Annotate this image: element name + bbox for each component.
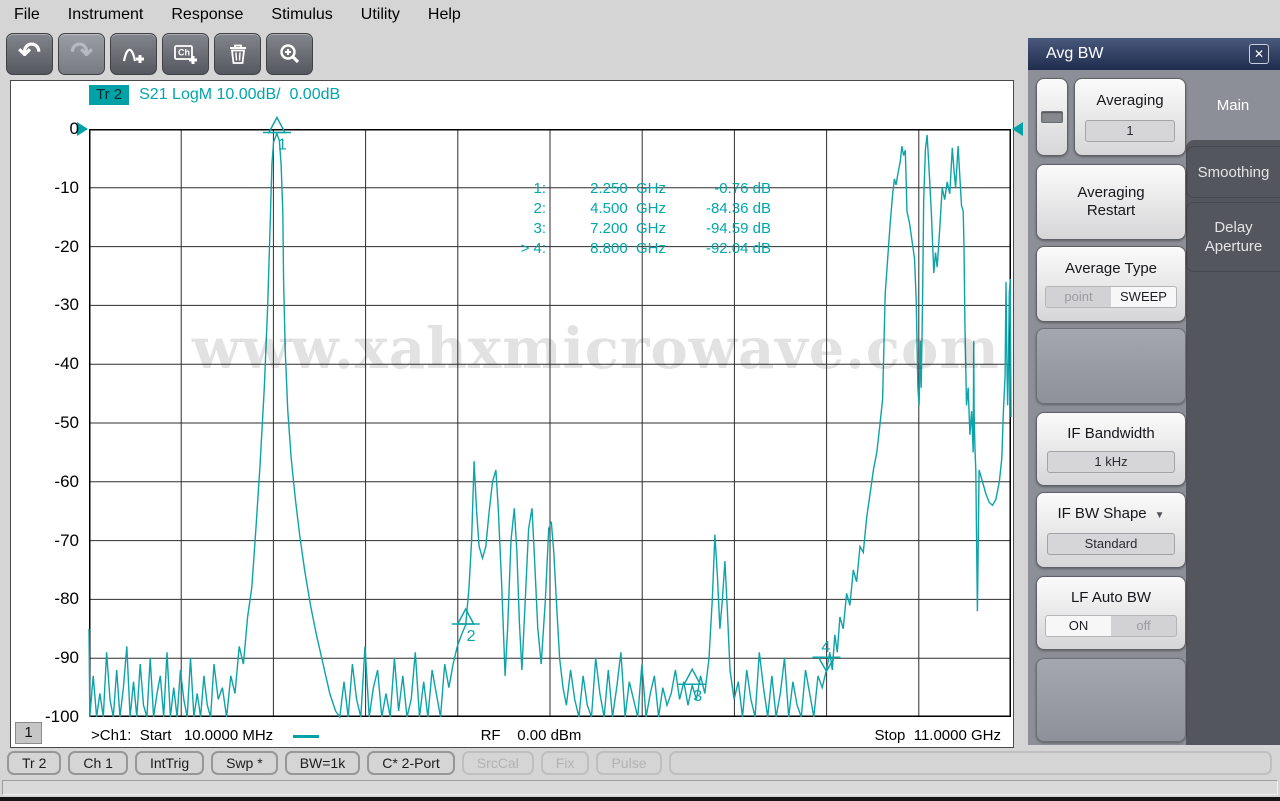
- marker-readout-row: > 4: 8.800 GHz -92.04 dB: [520, 240, 771, 257]
- status-bar: Tr 2 Ch 1 IntTrig Swp * BW=1k C* 2-Port SrcCal…: [0, 750, 1280, 776]
- if-bandwidth-button[interactable]: IF Bandwidth 1 kHz: [1036, 412, 1186, 486]
- window-bottom-edge: [0, 797, 1280, 801]
- y-tick-label: -70: [54, 530, 79, 550]
- average-type-point-option[interactable]: point: [1046, 287, 1111, 307]
- statusbar-button-bw-1k[interactable]: BW=1k: [284, 751, 361, 775]
- average-type-label: Average Type: [1064, 259, 1157, 277]
- zoom-icon: [279, 44, 299, 64]
- y-tick-label: -20: [54, 236, 79, 256]
- trace-color-dash: [293, 735, 319, 738]
- if-bw-shape-button[interactable]: IF BW Shape ▼ Standard: [1036, 492, 1186, 568]
- trace-badge[interactable]: Tr 2: [89, 84, 130, 105]
- average-type-button[interactable]: Average Type point SWEEP: [1036, 246, 1186, 322]
- svg-text:2: 2: [467, 628, 476, 645]
- trace-title: S21 LogM 10.00dB/ 0.00dB: [139, 85, 341, 103]
- svg-text:3: 3: [693, 688, 702, 705]
- redo-icon: ↷: [70, 36, 93, 67]
- if-bandwidth-value[interactable]: 1 kHz: [1047, 451, 1175, 473]
- menu-item-instrument[interactable]: Instrument: [54, 0, 158, 30]
- statusbar-button-c-2-port[interactable]: C* 2-Port: [367, 751, 455, 775]
- svg-text:Ch: Ch: [178, 48, 190, 58]
- y-tick-label: -50: [54, 413, 79, 432]
- add-channel-icon: Ch: [174, 45, 197, 64]
- y-tick-label: -60: [54, 471, 79, 491]
- svg-text:1: 1: [278, 136, 287, 153]
- chart-container: Tr 2 S21 LogM 10.00dB/ 0.00dB 0 -10 -20 -30…: [10, 80, 1023, 749]
- averaging-button[interactable]: Averaging 1: [1074, 78, 1186, 156]
- averaging-restart-label: Averaging Restart: [1077, 184, 1145, 219]
- marker-readout-row: 2: 4.500 GHz -84.36 dB: [533, 200, 771, 217]
- reference-level-arrow-right[interactable]: [1012, 122, 1023, 136]
- y-tick-label: -90: [54, 648, 79, 668]
- add-trace-button[interactable]: [110, 33, 157, 75]
- if-bandwidth-label: IF Bandwidth: [1067, 425, 1155, 442]
- tab-main[interactable]: Main: [1186, 70, 1280, 140]
- blank-softkey-1: [1036, 328, 1186, 404]
- average-type-switch[interactable]: point SWEEP: [1045, 286, 1177, 309]
- average-type-sweep-option[interactable]: SWEEP: [1111, 287, 1176, 308]
- menu-bar: File Instrument Response Stimulus Utility Hel…: [0, 0, 1280, 30]
- avg-bw-panel: Avg BW ✕ Main Smoothing Delay Aperture A…: [1028, 38, 1280, 745]
- trash-icon: [229, 44, 246, 64]
- statusbar-button-ch-1[interactable]: Ch 1: [68, 751, 128, 775]
- tab-smoothing[interactable]: Smoothing: [1186, 146, 1280, 198]
- averaging-led-icon: [1041, 111, 1063, 123]
- stop-frequency-label: Stop 11.0000 GHz: [874, 727, 1001, 744]
- marker-readout-row: 1: 2.250 GHz -0.76 dB: [533, 180, 771, 197]
- averaging-label: Averaging: [1096, 92, 1164, 110]
- undo-icon: ↶: [18, 36, 41, 67]
- rf-power-label: RF 0.00 dBm: [480, 727, 582, 744]
- y-tick-label: -80: [54, 589, 79, 609]
- status-substrip: [2, 780, 1278, 795]
- averaging-value[interactable]: 1: [1085, 119, 1175, 142]
- statusbar-empty-segment: [668, 751, 1272, 775]
- statusbar-button-srccal: SrcCal: [461, 751, 534, 775]
- y-tick-label: -40: [54, 354, 79, 374]
- start-frequency-label: >Ch1: Start 10.0000 MHz: [91, 727, 274, 744]
- marker-readout-row: 3: 7.200 GHz -94.59 dB: [533, 220, 771, 237]
- lf-auto-bw-on-option[interactable]: ON: [1046, 616, 1111, 636]
- y-tick-label: -10: [54, 177, 79, 197]
- delete-button[interactable]: [214, 33, 261, 75]
- lf-auto-bw-button[interactable]: LF Auto BW ON off: [1036, 576, 1186, 650]
- if-bw-shape-label: IF BW Shape ▼: [1057, 505, 1165, 522]
- lf-auto-bw-switch[interactable]: ON off: [1045, 615, 1177, 637]
- statusbar-button-inttrig[interactable]: IntTrig: [134, 751, 205, 775]
- menu-item-utility[interactable]: Utility: [347, 0, 414, 30]
- y-tick-label: -30: [54, 295, 79, 315]
- marker-2[interactable]: 2: [451, 607, 480, 645]
- stimulus-annotation-row: >Ch1: Start 10.0000 MHz RF 0.00 dBm Stop…: [11, 725, 1015, 749]
- vna-application-window: File Instrument Response Stimulus Utility Hel…: [0, 0, 1280, 801]
- menu-item-stimulus[interactable]: Stimulus: [257, 0, 346, 30]
- menu-item-help[interactable]: Help: [414, 0, 475, 30]
- averaging-restart-button[interactable]: Averaging Restart: [1036, 164, 1186, 240]
- svg-text:4: 4: [821, 639, 830, 656]
- lf-auto-bw-label: LF Auto BW: [1070, 589, 1152, 606]
- statusbar-button-swp-[interactable]: Swp *: [211, 751, 278, 775]
- panel-tab-strip: Main Smoothing Delay Aperture: [1186, 70, 1280, 745]
- panel-title[interactable]: Avg BW: [1028, 38, 1280, 70]
- undo-button[interactable]: ↶: [6, 33, 53, 75]
- add-channel-button[interactable]: Ch: [162, 33, 209, 75]
- averaging-toggle-button[interactable]: [1036, 78, 1068, 156]
- trace-header: Tr 2 S21 LogM 10.00dB/ 0.00dB: [89, 84, 340, 105]
- chevron-down-icon[interactable]: ▼: [1155, 510, 1165, 521]
- menu-item-file[interactable]: File: [0, 0, 54, 30]
- blank-softkey-2: [1036, 658, 1186, 742]
- marker-readout-table: 1: 2.250 GHz -0.76 dB 2: 4.500 GHz -84.36 dB 3…: [461, 179, 771, 259]
- tab-delay-aperture[interactable]: Delay Aperture: [1186, 202, 1280, 272]
- zoom-button[interactable]: [266, 33, 313, 75]
- menu-item-response[interactable]: Response: [157, 0, 257, 30]
- add-trace-icon: [122, 48, 144, 63]
- y-tick-label: 0: [69, 119, 79, 138]
- statusbar-button-pulse: Pulse: [596, 751, 662, 775]
- redo-button: ↷: [58, 33, 105, 75]
- statusbar-button-fix: Fix: [540, 751, 590, 775]
- statusbar-button-tr-2[interactable]: Tr 2: [7, 751, 62, 775]
- lf-auto-bw-off-option[interactable]: off: [1111, 616, 1176, 636]
- if-bw-shape-value[interactable]: Standard: [1047, 533, 1175, 555]
- close-icon[interactable]: ✕: [1249, 44, 1269, 64]
